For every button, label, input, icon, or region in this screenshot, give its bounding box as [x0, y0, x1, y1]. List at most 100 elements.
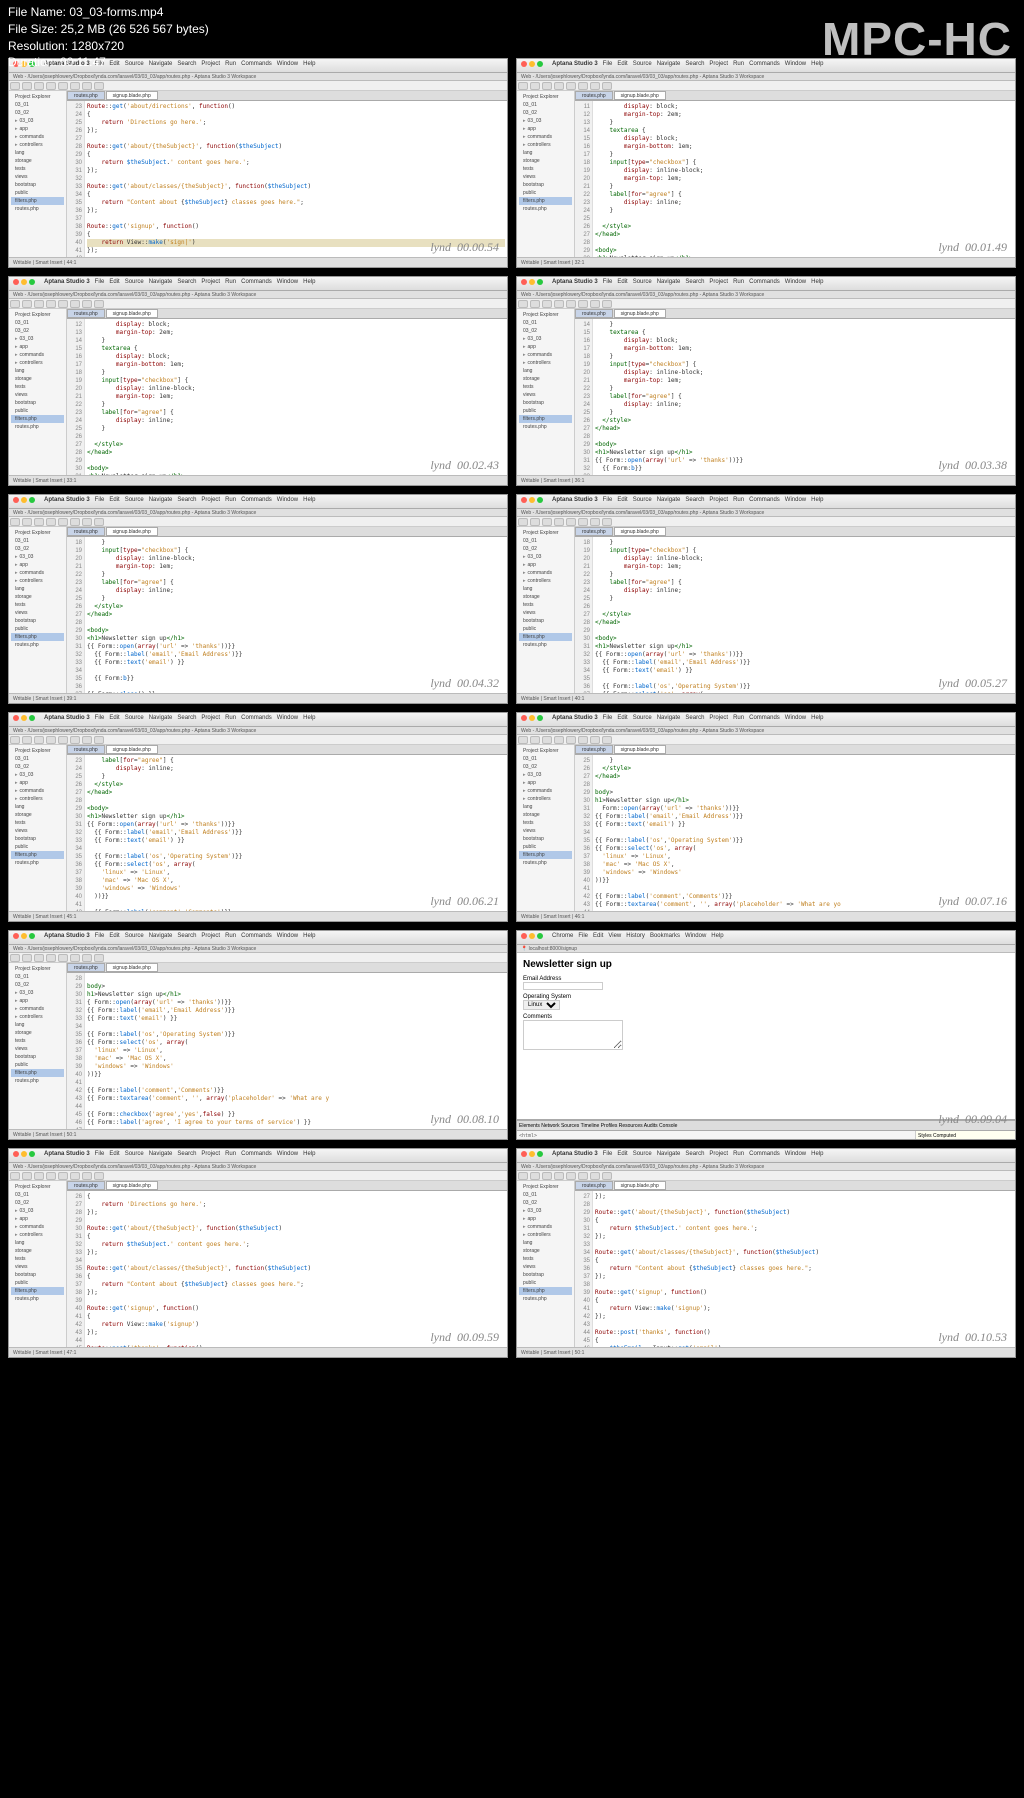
tree-item[interactable]: bootstrap: [519, 835, 572, 843]
tree-item[interactable]: Project Explorer: [519, 93, 572, 101]
tree-item[interactable]: 03_02: [11, 327, 64, 335]
tree-item[interactable]: lang: [519, 149, 572, 157]
tree-item[interactable]: Project Explorer: [11, 93, 64, 101]
tab[interactable]: routes.php: [67, 91, 105, 100]
tab[interactable]: routes.php: [67, 309, 105, 318]
toolbar-button[interactable]: [566, 82, 576, 90]
tree-item[interactable]: routes.php: [519, 423, 572, 431]
menu-item[interactable]: Navigate: [657, 1151, 681, 1160]
menu-item[interactable]: File: [603, 715, 613, 724]
menu-item[interactable]: Edit: [109, 715, 119, 724]
toolbar-button[interactable]: [542, 1172, 552, 1180]
tree-item[interactable]: controllers: [519, 359, 572, 367]
menu-item[interactable]: Edit: [617, 279, 627, 288]
tree-item[interactable]: app: [11, 779, 64, 787]
tree-item[interactable]: tests: [519, 1255, 572, 1263]
toolbar[interactable]: [517, 517, 1015, 527]
address-bar[interactable]: 📍 localhost:8000/signup: [517, 945, 1015, 953]
toolbar-button[interactable]: [58, 518, 68, 526]
menu-item[interactable]: Commands: [749, 715, 780, 724]
tree-item[interactable]: controllers: [11, 1013, 64, 1021]
toolbar-button[interactable]: [82, 82, 92, 90]
tree-item[interactable]: lang: [11, 1021, 64, 1029]
tree-item[interactable]: commands: [519, 787, 572, 795]
maximize-icon[interactable]: [537, 497, 543, 503]
minimize-icon[interactable]: [529, 279, 535, 285]
editor[interactable]: routes.php signup.blade.php 181920212223…: [575, 527, 1015, 693]
editor[interactable]: routes.php signup.blade.php 141516171819…: [575, 309, 1015, 475]
tab[interactable]: signup.blade.php: [106, 745, 158, 754]
toolbar-button[interactable]: [82, 518, 92, 526]
tree-item[interactable]: 03_03: [11, 771, 64, 779]
menu-item[interactable]: Navigate: [657, 715, 681, 724]
toolbar-button[interactable]: [554, 736, 564, 744]
editor-tabs[interactable]: routes.php signup.blade.php: [575, 527, 1015, 537]
menu-item[interactable]: Run: [225, 497, 236, 506]
toolbar-button[interactable]: [82, 300, 92, 308]
tree-item[interactable]: filters.php: [11, 197, 64, 205]
menu-item[interactable]: Help: [303, 933, 315, 942]
code-area[interactable]: Route::get('about/directions', function(…: [85, 91, 507, 257]
tree-item[interactable]: lang: [11, 803, 64, 811]
tree-item[interactable]: storage: [519, 375, 572, 383]
menu-item[interactable]: Search: [177, 933, 196, 942]
tree-item[interactable]: Project Explorer: [11, 747, 64, 755]
tree-item[interactable]: 03_02: [519, 763, 572, 771]
menu-item[interactable]: Navigate: [149, 497, 173, 506]
tree-item[interactable]: Project Explorer: [519, 529, 572, 537]
tree-item[interactable]: lang: [11, 585, 64, 593]
menu-item[interactable]: Edit: [109, 933, 119, 942]
editor[interactable]: routes.php signup.blade.php 111213141516…: [575, 91, 1015, 257]
tree-item[interactable]: lang: [11, 367, 64, 375]
menu-item[interactable]: Source: [125, 1151, 144, 1160]
tree-item[interactable]: tests: [519, 165, 572, 173]
tree-item[interactable]: public: [519, 625, 572, 633]
menu-item[interactable]: Project: [201, 1151, 220, 1160]
tree-item[interactable]: storage: [519, 593, 572, 601]
editor[interactable]: routes.php signup.blade.php 121314151617…: [67, 309, 507, 475]
tree-item[interactable]: public: [519, 189, 572, 197]
menu-item[interactable]: Help: [811, 279, 823, 288]
menu-item[interactable]: Help: [303, 1151, 315, 1160]
toolbar-button[interactable]: [94, 954, 104, 962]
tree-item[interactable]: 03_02: [519, 327, 572, 335]
tree-item[interactable]: controllers: [519, 141, 572, 149]
editor-tabs[interactable]: routes.php signup.blade.php: [67, 745, 507, 755]
tree-item[interactable]: lang: [519, 803, 572, 811]
tree-item[interactable]: bootstrap: [11, 835, 64, 843]
close-icon[interactable]: [521, 933, 527, 939]
tree-item[interactable]: views: [11, 391, 64, 399]
toolbar-button[interactable]: [94, 1172, 104, 1180]
tree-item[interactable]: app: [11, 997, 64, 1005]
menu-item[interactable]: Edit: [617, 61, 627, 70]
menu-item[interactable]: File: [95, 933, 105, 942]
toolbar-button[interactable]: [34, 1172, 44, 1180]
toolbar-button[interactable]: [34, 736, 44, 744]
tree-item[interactable]: 03_03: [519, 771, 572, 779]
menu-item[interactable]: Source: [125, 497, 144, 506]
tree-item[interactable]: Project Explorer: [11, 311, 64, 319]
toolbar-button[interactable]: [58, 1172, 68, 1180]
menu-item[interactable]: Navigate: [657, 61, 681, 70]
menu-item[interactable]: Navigate: [657, 279, 681, 288]
toolbar[interactable]: [517, 299, 1015, 309]
menu-item[interactable]: Run: [733, 279, 744, 288]
menu-item[interactable]: Search: [177, 1151, 196, 1160]
tree-item[interactable]: commands: [519, 351, 572, 359]
tree-item[interactable]: routes.php: [11, 205, 64, 213]
close-icon[interactable]: [521, 61, 527, 67]
tree-item[interactable]: Project Explorer: [519, 311, 572, 319]
tree-item[interactable]: commands: [11, 569, 64, 577]
toolbar-button[interactable]: [10, 736, 20, 744]
tree-item[interactable]: filters.php: [519, 1287, 572, 1295]
menu-item[interactable]: Project: [709, 61, 728, 70]
tree-item[interactable]: 03_02: [11, 1199, 64, 1207]
tree-item[interactable]: tests: [11, 819, 64, 827]
toolbar[interactable]: [517, 735, 1015, 745]
project-explorer[interactable]: Project Explorer03_0103_0203_03appcomman…: [517, 1181, 575, 1347]
toolbar-button[interactable]: [94, 82, 104, 90]
tree-item[interactable]: Project Explorer: [11, 1183, 64, 1191]
tree-item[interactable]: 03_01: [519, 319, 572, 327]
tree-item[interactable]: tests: [11, 1037, 64, 1045]
menu-item[interactable]: Search: [685, 497, 704, 506]
